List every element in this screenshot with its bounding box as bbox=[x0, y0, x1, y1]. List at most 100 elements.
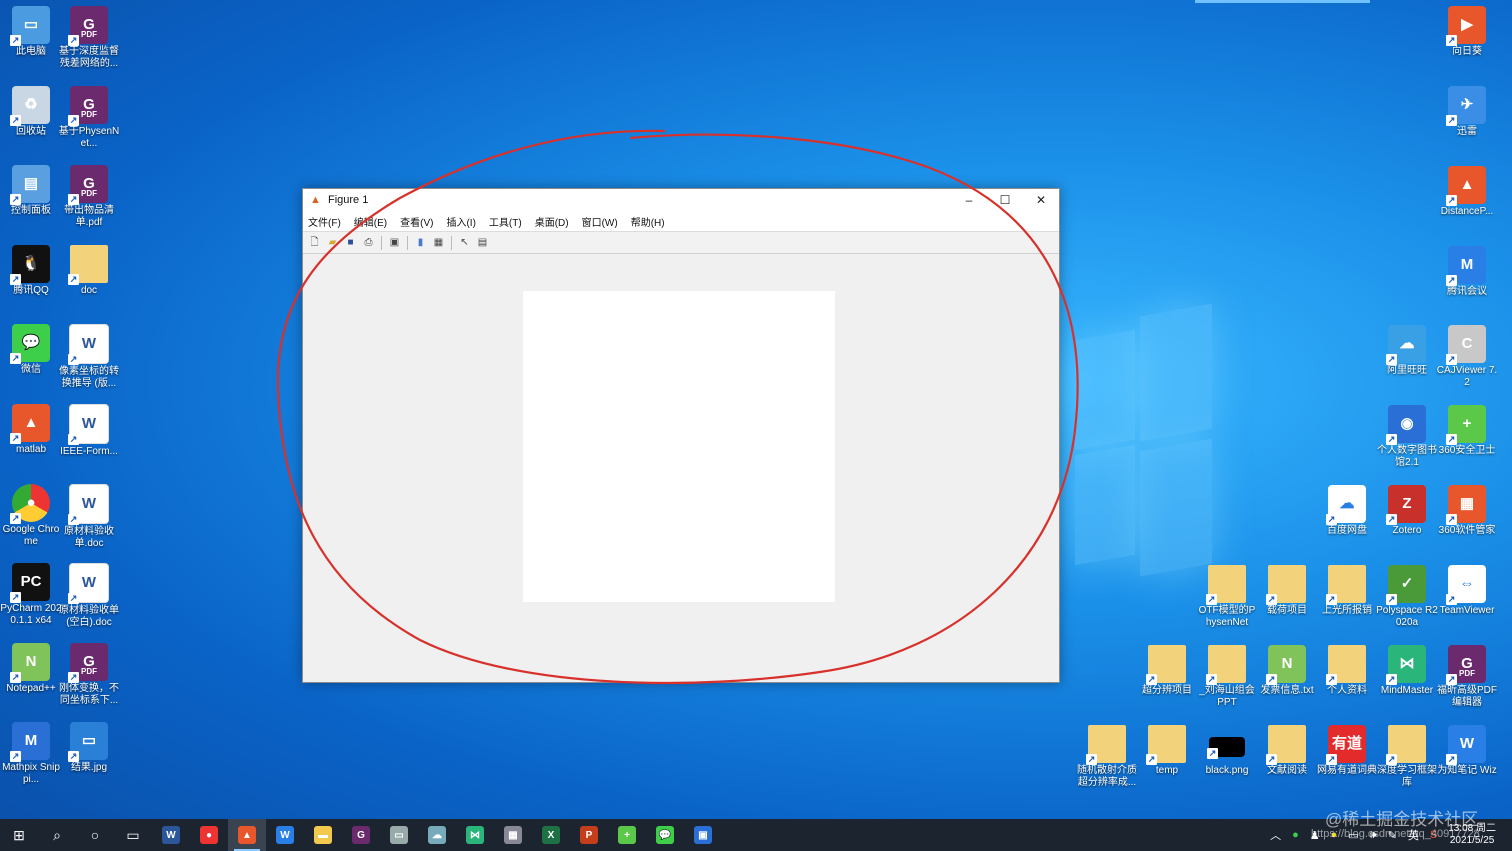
taskbar-app-matlab[interactable]: ▲ bbox=[228, 819, 266, 851]
figure-titlebar[interactable]: ▲ Figure 1 – ☐ ✕ bbox=[303, 189, 1059, 211]
property-editor-icon[interactable]: ▤ bbox=[475, 236, 490, 250]
folder-icon bbox=[1386, 725, 1426, 765]
figure-axes-blank[interactable] bbox=[523, 291, 835, 602]
desktop.left_col1-desktop-icon[interactable]: ●Google Chrome bbox=[0, 483, 62, 548]
desktop.right_icons-desktop-icon[interactable]: ⇔TeamViewer bbox=[1436, 565, 1498, 617]
desktop.left_col2-desktop-icon[interactable]: WIEEE-Form... bbox=[58, 404, 120, 458]
desktop.right_icons-desktop-icon[interactable]: 随机散射介质超分辨率成... bbox=[1076, 725, 1138, 789]
pointer-icon[interactable]: ↖ bbox=[457, 236, 472, 250]
desktop.left_col1-desktop-icon[interactable]: 🐧腾讯QQ bbox=[0, 244, 62, 297]
taskbar-app-browser[interactable]: ☁ bbox=[418, 819, 456, 851]
desktop.right_icons-desktop-icon[interactable]: ▦360软件管家 bbox=[1436, 485, 1498, 537]
taskbar-app-wechat[interactable]: 💬 bbox=[646, 819, 684, 851]
open-folder-icon[interactable]: ▰ bbox=[325, 236, 340, 250]
menu-edit[interactable]: 编辑(E) bbox=[354, 214, 387, 229]
menu-file[interactable]: 文件(F) bbox=[308, 214, 341, 229]
desktop.right_icons-desktop-icon[interactable]: M腾讯会议 bbox=[1436, 246, 1498, 298]
desktop.right_icons-desktop-icon[interactable]: 超分辨项目 bbox=[1136, 645, 1198, 697]
search-icon[interactable]: ⌕ bbox=[38, 819, 76, 851]
taskbar-app-remote[interactable]: ▣ bbox=[684, 819, 722, 851]
desktop.right_icons-desktop-icon[interactable]: OTF模型的PhysenNet bbox=[1196, 565, 1258, 629]
chevron-up-icon[interactable]: ︿ bbox=[1270, 827, 1281, 843]
desktop.right_icons-desktop-icon[interactable]: ⋈MindMaster bbox=[1376, 645, 1438, 697]
desktop.right_icons-desktop-icon[interactable]: 有道网易有道词典 bbox=[1316, 725, 1378, 777]
taskbar-app-360[interactable]: + bbox=[608, 819, 646, 851]
maximize-button[interactable]: ☐ bbox=[987, 189, 1023, 211]
desktop.right_icons-desktop-icon[interactable]: W为知笔记 Wiz bbox=[1436, 725, 1498, 777]
wechat-tray-icon[interactable]: ● bbox=[1292, 829, 1299, 841]
taskbar-app-monitor[interactable]: ▭ bbox=[380, 819, 418, 851]
desktop.left_col2-desktop-icon[interactable]: ▭结果.jpg bbox=[58, 722, 120, 774]
desktop.right_icons-desktop-icon[interactable]: ☁百度网盘 bbox=[1316, 485, 1378, 537]
folder-icon bbox=[1146, 725, 1186, 765]
desktop.right_icons-desktop-icon[interactable]: black.png bbox=[1196, 725, 1258, 777]
desktop.left_col1-desktop-icon[interactable]: ♻回收站 bbox=[0, 85, 62, 138]
desktop.right_icons-desktop-icon[interactable]: CCAJViewer 7.2 bbox=[1436, 325, 1498, 389]
desktop.right_icons-desktop-icon[interactable]: 个人资料 bbox=[1316, 645, 1378, 697]
taskbar-app-calculator[interactable]: ▦ bbox=[494, 819, 532, 851]
pdf-icon: G bbox=[352, 826, 370, 844]
desktop-icon-label: 个人资料 bbox=[1327, 685, 1367, 696]
menu-insert[interactable]: 插入(I) bbox=[446, 214, 475, 229]
desktop.left_col2-desktop-icon[interactable]: W原材料验收单 (空白).doc bbox=[58, 563, 120, 629]
desktop.left_col2-desktop-icon[interactable]: W像素坐标的转换推导 (版... bbox=[58, 324, 120, 390]
new-file-icon[interactable]: 🗋 bbox=[307, 236, 322, 250]
legend-icon[interactable]: ▦ bbox=[431, 236, 446, 250]
desktop.right_icons-desktop-icon[interactable]: ▶向日葵 bbox=[1436, 6, 1498, 58]
task-view-icon[interactable]: ▭ bbox=[114, 819, 152, 851]
desktop.right_icons-desktop-icon[interactable]: _刘海山组会PPT bbox=[1196, 645, 1258, 709]
taskbar-app-word[interactable]: W bbox=[152, 819, 190, 851]
desktop.right_icons-desktop-icon[interactable]: +360安全卫士 bbox=[1436, 405, 1498, 457]
taskbar-app-explorer[interactable]: ▬ bbox=[304, 819, 342, 851]
desktop-icon-label: PyCharm 2020.1.1 x64 bbox=[0, 603, 62, 627]
menu-desktop[interactable]: 桌面(D) bbox=[535, 214, 569, 229]
tmeeting-icon: M bbox=[1446, 246, 1486, 286]
menu-view[interactable]: 查看(V) bbox=[400, 214, 433, 229]
desktop.right_icons-desktop-icon[interactable]: ◉个人数字图书馆2.1 bbox=[1376, 405, 1438, 469]
desktop.left_col2-desktop-icon[interactable]: doc bbox=[58, 244, 120, 297]
desktop.left_col1-desktop-icon[interactable]: 💬微信 bbox=[0, 324, 62, 376]
matlab-figure-window[interactable]: ▲ Figure 1 – ☐ ✕ 文件(F) 编辑(E) 查看(V) 插入(I)… bbox=[302, 188, 1060, 683]
desktop.right_icons-desktop-icon[interactable]: 上光所报销 bbox=[1316, 565, 1378, 617]
desktop.right_icons-desktop-icon[interactable]: ☁阿里旺旺 bbox=[1376, 325, 1438, 377]
taskbar-app-pdf[interactable]: G bbox=[342, 819, 380, 851]
taskbar-app-mindmaster[interactable]: ⋈ bbox=[456, 819, 494, 851]
print-preview-icon[interactable]: ▣ bbox=[387, 236, 402, 250]
desktop.right_icons-desktop-icon[interactable]: G福昕高级PDF编辑器 bbox=[1436, 645, 1498, 709]
desktop.left_col1-desktop-icon[interactable]: NNotepad++ bbox=[0, 642, 62, 695]
desktop.right_icons-desktop-icon[interactable]: ✓Polyspace R2020a bbox=[1376, 565, 1438, 629]
desktop.right_icons-desktop-icon[interactable]: 载荷项目 bbox=[1256, 565, 1318, 617]
desktop.left_col2-desktop-icon[interactable]: W原材料验收单.doc bbox=[58, 483, 120, 550]
desktop.left_col2-desktop-icon[interactable]: G基于PhysenNet... bbox=[58, 85, 120, 150]
desktop.left_col1-desktop-icon[interactable]: MMathpix Snippi... bbox=[0, 722, 62, 786]
start-button[interactable]: ⊞ bbox=[0, 819, 38, 851]
desktop.right_icons-desktop-icon[interactable]: 深度学习框架库 bbox=[1376, 725, 1438, 789]
desktop.right_icons-desktop-icon[interactable]: temp bbox=[1136, 725, 1198, 777]
desktop.right_icons-desktop-icon[interactable]: ✈迅雷 bbox=[1436, 86, 1498, 138]
desktop.right_icons-desktop-icon[interactable]: 文献阅读 bbox=[1256, 725, 1318, 777]
desktop.left_col1-desktop-icon[interactable]: ▭此电脑 bbox=[0, 6, 62, 58]
desktop.left_col2-desktop-icon[interactable]: G刚体变换，不同坐标系下... bbox=[58, 642, 120, 707]
print-icon[interactable]: ⎙ bbox=[361, 236, 376, 250]
minimize-button[interactable]: – bbox=[951, 189, 987, 211]
desktop.right_icons-desktop-icon[interactable]: ▲DistanceP... bbox=[1436, 166, 1498, 218]
desktop.left_col1-desktop-icon[interactable]: ▲matlab bbox=[0, 404, 62, 456]
menu-tools[interactable]: 工具(T) bbox=[489, 214, 522, 229]
desktop.right_icons-desktop-icon[interactable]: ZZotero bbox=[1376, 485, 1438, 537]
desktop.left_col2-desktop-icon[interactable]: G基于深度监督残差网络的... bbox=[58, 6, 120, 70]
taskbar-app-excel[interactable]: X bbox=[532, 819, 570, 851]
menu-help[interactable]: 帮助(H) bbox=[631, 214, 665, 229]
taskbar-app-powerpoint[interactable]: P bbox=[570, 819, 608, 851]
colorbar-icon[interactable]: ▮ bbox=[413, 236, 428, 250]
desktop-icon-label: 360软件管家 bbox=[1438, 525, 1496, 536]
desktop.left_col1-desktop-icon[interactable]: PCPyCharm 2020.1.1 x64 bbox=[0, 563, 62, 627]
cortana-icon[interactable]: ○ bbox=[76, 819, 114, 851]
desktop.right_icons-desktop-icon[interactable]: N发票信息.txt bbox=[1256, 645, 1318, 697]
menu-window[interactable]: 窗口(W) bbox=[582, 214, 618, 229]
desktop.left_col2-desktop-icon[interactable]: G带出物品清单.pdf bbox=[58, 165, 120, 229]
desktop.left_col1-desktop-icon[interactable]: ▤控制面板 bbox=[0, 165, 62, 217]
close-button[interactable]: ✕ bbox=[1023, 189, 1059, 211]
save-icon[interactable]: ■ bbox=[343, 236, 358, 250]
taskbar-app-chrome[interactable]: ● bbox=[190, 819, 228, 851]
taskbar-app-wiz[interactable]: W bbox=[266, 819, 304, 851]
